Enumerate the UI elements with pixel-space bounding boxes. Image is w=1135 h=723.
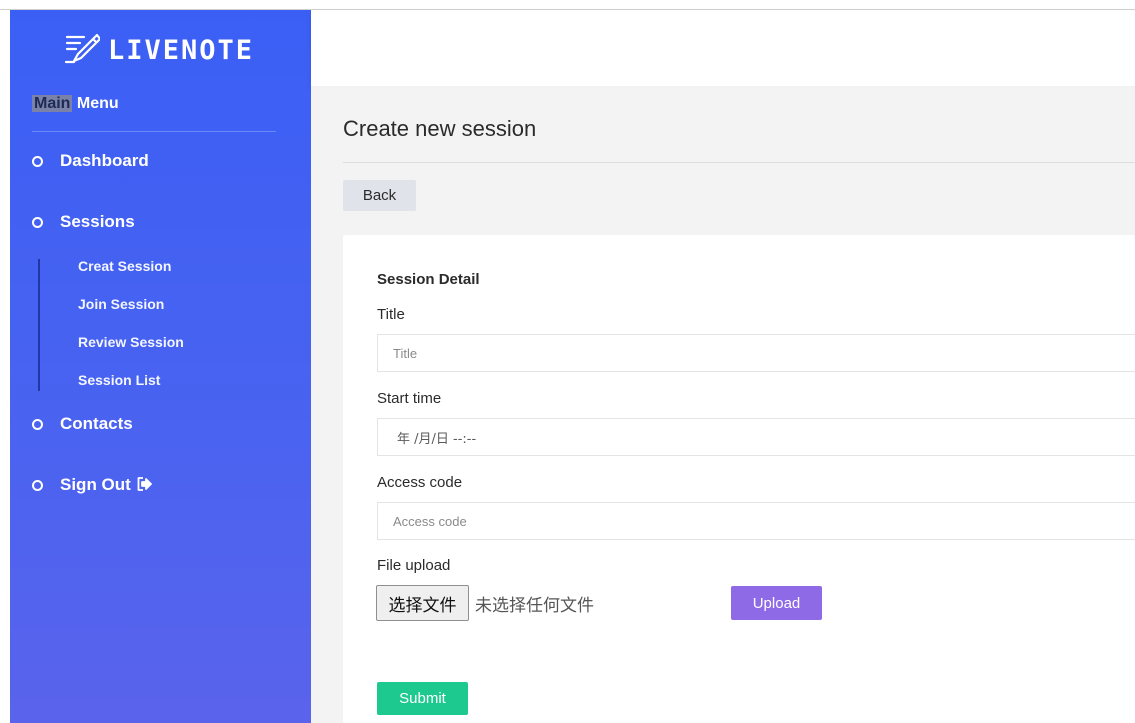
access-code-input[interactable]: Access code — [377, 502, 1135, 540]
sidebar: LIVENOTE Main Menu Dashboard Sessions Cr… — [10, 10, 311, 723]
main-menu-heading: Main Menu — [32, 95, 119, 113]
brand-logo[interactable]: LIVENOTE — [64, 30, 254, 70]
submenu-item-review-session[interactable]: Review Session — [78, 334, 184, 350]
sidebar-item-contacts[interactable]: Contacts — [32, 414, 133, 434]
submenu-item-creat-session[interactable]: Creat Session — [78, 258, 171, 274]
circle-bullet-icon — [32, 216, 43, 228]
submenu-item-join-session[interactable]: Join Session — [78, 296, 164, 312]
session-form-card: Session Detail Title Title Start time 年 … — [343, 235, 1135, 723]
title-label: Title — [377, 306, 405, 323]
menu-divider — [32, 131, 276, 132]
pen-writing-icon — [64, 31, 102, 70]
sidebar-item-dashboard[interactable]: Dashboard — [32, 151, 149, 171]
window-top-edge — [0, 0, 1135, 10]
file-upload-label: File upload — [377, 557, 451, 574]
circle-bullet-icon — [32, 155, 43, 167]
section-title: Session Detail — [377, 271, 480, 288]
start-time-input[interactable]: 年 /月/日 --:-- — [377, 418, 1135, 456]
page-title: Create new session — [343, 116, 537, 141]
submenu-item-session-list[interactable]: Session List — [78, 372, 160, 388]
main-menu-heading-highlight: Main — [32, 95, 73, 112]
choose-file-button[interactable]: 选择文件 — [376, 585, 469, 621]
submenu-indicator-line — [38, 259, 40, 391]
sidebar-item-label: Dashboard — [60, 151, 149, 170]
file-status-text: 未选择任何文件 — [475, 595, 594, 616]
circle-bullet-icon — [32, 418, 43, 430]
title-divider — [343, 162, 1135, 163]
main-content: Create new session Back Session Detail T… — [311, 86, 1135, 723]
upload-button[interactable]: Upload — [731, 586, 822, 620]
sidebar-item-label: Sign Out — [60, 475, 131, 494]
sidebar-item-label: Contacts — [60, 414, 133, 433]
back-button[interactable]: Back — [343, 180, 416, 211]
title-input[interactable]: Title — [377, 334, 1135, 372]
file-picker: 选择文件 未选择任何文件 — [376, 585, 594, 621]
access-code-label: Access code — [377, 474, 463, 491]
start-time-label: Start time — [377, 390, 442, 407]
sidebar-item-sign-out[interactable]: Sign Out — [32, 475, 152, 495]
sign-out-icon — [137, 476, 152, 494]
sidebar-item-sessions[interactable]: Sessions — [32, 212, 135, 232]
submit-button[interactable]: Submit — [377, 682, 468, 715]
main-menu-heading-rest: Menu — [72, 95, 119, 112]
circle-bullet-icon — [32, 479, 43, 491]
top-header-bar — [311, 10, 1135, 86]
sidebar-item-label: Sessions — [60, 212, 135, 231]
brand-name: LIVENOTE — [108, 34, 255, 66]
